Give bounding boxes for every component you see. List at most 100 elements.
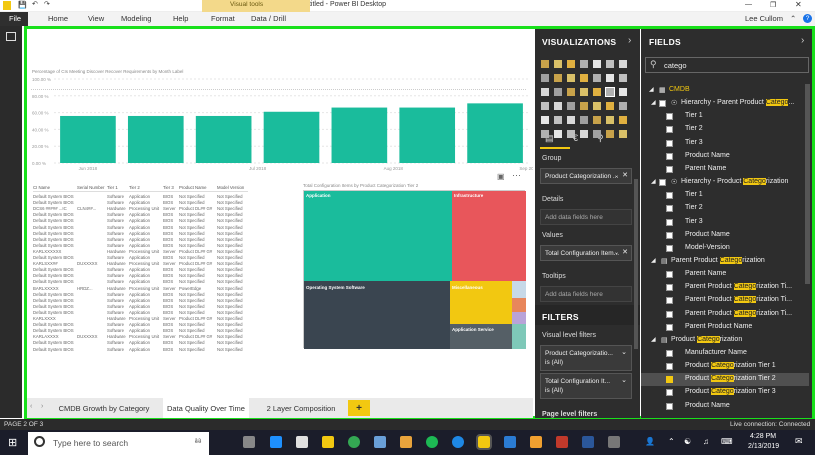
collapse-fields-icon[interactable]: › (801, 35, 804, 46)
field-checkbox[interactable] (666, 389, 673, 397)
expand-caret-icon[interactable]: ◢ (651, 178, 656, 185)
field-checkbox[interactable] (666, 139, 673, 147)
field-item[interactable]: Tier 1 (641, 189, 809, 202)
visual-type-icon[interactable] (606, 74, 614, 82)
app-icon-folder[interactable] (530, 436, 542, 448)
visual-type-icon[interactable] (593, 102, 601, 110)
expand-caret-icon[interactable]: ◢ (651, 99, 656, 106)
app-icon-gray[interactable] (608, 436, 620, 448)
taskbar-search[interactable]: Type here to search ⎂ (28, 432, 209, 455)
filter-card-product-categorization[interactable]: Product Categorizatio... is (All) ⌄ (540, 345, 632, 371)
tab-help[interactable]: Help (173, 14, 188, 23)
visual-type-icon[interactable] (554, 88, 562, 96)
table-row[interactable]: Default System BIOS Software Application BI… (33, 346, 248, 354)
field-checkbox[interactable] (666, 113, 673, 121)
field-checkbox[interactable] (666, 218, 673, 226)
collapse-visualizations-icon[interactable]: › (628, 35, 631, 46)
save-icon[interactable]: 💾 (18, 1, 27, 9)
hierarchy-item[interactable]: ◢ ☉ Hierarchy - Parent Product Catego... (641, 97, 809, 110)
field-item[interactable]: Parent Product Categorization Ti... (641, 294, 809, 307)
group-well[interactable]: Product Categorization ... ⌄ ✕ (540, 168, 632, 184)
add-page-button[interactable]: + (348, 400, 370, 416)
visual-type-icon[interactable] (554, 74, 562, 82)
field-checkbox[interactable] (666, 376, 673, 384)
visual-type-icon[interactable] (541, 116, 549, 124)
help-icon[interactable]: ? (803, 14, 812, 23)
visual-type-icon[interactable] (567, 116, 575, 124)
task-view-icon[interactable] (243, 436, 255, 448)
visual-type-icon[interactable] (580, 116, 588, 124)
keyboard-icon[interactable]: ⌨ (721, 437, 733, 446)
clock-time[interactable]: 4:28 PM (750, 433, 776, 440)
visual-type-icon[interactable] (593, 60, 601, 68)
visual-type-icon[interactable] (567, 74, 575, 82)
field-item[interactable]: Tier 2 (641, 123, 809, 136)
table-header-row[interactable]: CI Name Serial Number Tier 1 Tier 2 Tier 3 Pr… (33, 184, 248, 192)
field-checkbox[interactable] (666, 152, 673, 160)
field-item[interactable]: Model-Version (641, 242, 809, 255)
field-item[interactable]: Tier 1 (641, 110, 809, 123)
visual-type-icon[interactable] (580, 130, 588, 138)
spotify-icon[interactable] (426, 436, 438, 448)
treemap-tile-misc[interactable]: Miscellaneous (450, 281, 512, 324)
column-bar[interactable] (127, 115, 184, 163)
page-tab-2-layer[interactable]: 2 Layer Composition (263, 398, 339, 418)
column-bar[interactable] (399, 107, 456, 163)
visual-type-icon[interactable] (567, 88, 575, 96)
field-checkbox[interactable] (666, 310, 673, 318)
visual-type-icon[interactable] (554, 60, 562, 68)
clock-date[interactable]: 2/13/2019 (748, 443, 779, 450)
visual-type-icon[interactable] (619, 102, 627, 110)
visual-type-icon[interactable] (619, 60, 627, 68)
table-item[interactable]: ◢ ▦ CMDB (641, 84, 809, 97)
visual-type-icon[interactable] (554, 102, 562, 110)
report-view-icon[interactable] (6, 32, 16, 41)
field-checkbox[interactable] (659, 179, 666, 187)
visual-type-icon[interactable] (606, 102, 614, 110)
app-icon-azure[interactable] (504, 436, 516, 448)
tray-chevron-icon[interactable]: ⌃ (668, 437, 675, 446)
tab-scroll-right-icon[interactable]: › (41, 403, 43, 410)
treemap-tile-operating-system[interactable]: Operating System Software (304, 281, 450, 349)
more-options-icon[interactable]: ⋯ (512, 170, 521, 181)
visual-type-icon[interactable] (619, 130, 627, 138)
field-item[interactable]: Product Name (641, 400, 809, 413)
chevron-down-icon[interactable]: ⌄ (621, 348, 627, 357)
field-item[interactable]: Product Name (641, 229, 809, 242)
column-bar[interactable] (195, 115, 252, 163)
word-icon[interactable] (582, 436, 594, 448)
network-icon[interactable]: ☯ (684, 437, 691, 446)
values-well[interactable]: Total Configuration Item... ⌄ ✕ (540, 245, 632, 261)
field-item[interactable]: Parent Product Categorization Ti... (641, 281, 809, 294)
field-checkbox[interactable] (666, 297, 673, 305)
field-item[interactable]: Parent Product Name (641, 321, 809, 334)
field-checkbox[interactable] (666, 231, 673, 239)
chrome-icon[interactable] (348, 436, 360, 448)
field-checkbox[interactable] (666, 284, 673, 292)
field-checkbox[interactable] (666, 205, 673, 213)
field-item[interactable]: Product Name (641, 150, 809, 163)
remove-field-icon[interactable]: ✕ (622, 248, 628, 256)
visual-type-icon[interactable] (593, 74, 601, 82)
visual-type-icon[interactable] (619, 88, 627, 96)
visual-type-icon[interactable] (541, 74, 549, 82)
column-bar[interactable] (331, 107, 388, 163)
fields-scrollbar[interactable] (805, 84, 810, 284)
people-icon[interactable]: 👤 (645, 437, 655, 446)
tab-file[interactable]: File (9, 14, 21, 23)
treemap-tile-application[interactable]: Application (304, 191, 452, 281)
visual-type-icon[interactable] (567, 60, 575, 68)
field-checkbox[interactable] (666, 363, 673, 371)
powerbi-taskbar-icon[interactable] (476, 434, 492, 450)
field-checkbox[interactable] (666, 323, 673, 331)
focus-mode-icon[interactable]: ▣ (497, 172, 505, 181)
field-item[interactable]: Tier 3 (641, 137, 809, 150)
field-item[interactable]: Parent Name (641, 163, 809, 176)
visual-type-icon[interactable] (541, 102, 549, 110)
field-item[interactable]: Product Categorization Tier 2 (641, 373, 809, 387)
treemap[interactable]: Application Infrastructure Operating Sys… (303, 190, 526, 349)
app-icon-blue[interactable] (452, 436, 464, 448)
field-checkbox[interactable] (666, 126, 673, 134)
expand-caret-icon[interactable]: ◢ (649, 86, 654, 93)
treemap-tile-application-service[interactable]: Application Service (450, 324, 512, 349)
